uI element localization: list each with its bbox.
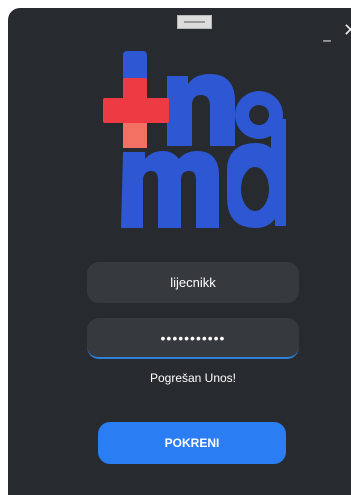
close-button[interactable]: ✕ [342, 22, 351, 40]
error-message: Pogrešan Unos! [149, 371, 237, 385]
minimize-button[interactable]: _ [320, 26, 334, 42]
inomd-logo-icon [103, 51, 286, 228]
username-input[interactable] [87, 262, 299, 303]
password-input[interactable] [87, 318, 299, 359]
login-window: _ ✕ Pogrešan Unos! POKRENI [8, 8, 351, 495]
drag-handle[interactable] [177, 15, 212, 29]
start-button[interactable]: POKRENI [98, 422, 286, 464]
inomd-logo [103, 51, 286, 231]
